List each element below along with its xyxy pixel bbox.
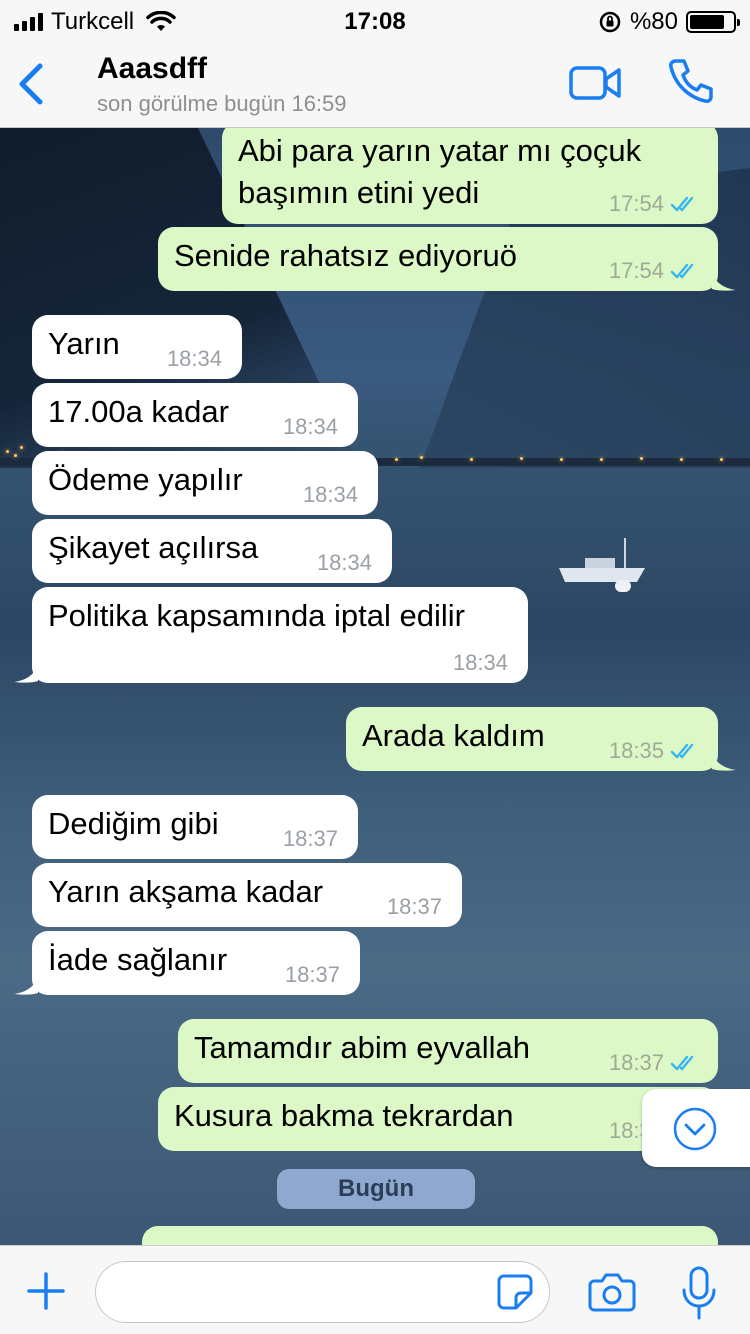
battery-percent: %80 [629,8,678,35]
message-time: 18:37 [608,1050,664,1075]
message-meta: 18:34 [317,551,372,575]
sticker-icon[interactable] [496,1273,534,1311]
message-time: 17:54 [608,258,664,283]
outgoing-message[interactable]: Arada kaldım 18:35 [346,707,736,771]
chat-header: Aaasdff son görülme bugün 16:59 [0,40,750,128]
rotation-lock-icon [599,11,621,33]
light-dot [470,458,473,461]
message-time: 18:34 [452,650,508,675]
message-text: Politika kapsamında iptal edilir [48,598,465,633]
camera-icon[interactable] [588,1272,636,1312]
message-meta: 18:34 [283,415,338,439]
bubble-tail [14,663,38,683]
message-time: 18:37 [282,826,338,851]
contact-name[interactable]: Aaasdff [97,52,207,86]
message-meta: 18:34 [303,483,358,507]
read-receipt-icon [670,263,694,279]
light-dot [720,458,723,461]
status-right: %80 [598,8,740,36]
message-meta: 18:34 [453,651,508,675]
message-time: 18:35 [608,738,664,763]
message-time: 17:54 [608,191,664,216]
scroll-to-bottom-button[interactable] [642,1089,750,1167]
battery-icon [686,11,740,33]
light-dot [600,458,603,461]
light-dot [640,457,643,460]
light-dot [20,446,23,449]
message-meta: 17:54 [609,259,700,283]
message-time: 18:34 [316,550,372,575]
incoming-message[interactable]: Dediğim gibi 18:37 [32,795,358,859]
phone-call-icon[interactable] [666,56,716,106]
light-dot [6,450,9,453]
chevron-down-circle-icon [673,1107,717,1151]
video-call-icon[interactable] [568,64,622,102]
read-receipt-icon [670,743,694,759]
read-receipt-icon [670,196,694,212]
outgoing-message[interactable]: Tamamdır abim eyvallah 18:37 [178,1019,718,1083]
message-time: 18:37 [284,962,340,987]
message-meta: 18:37 [285,963,340,987]
battery-level [690,15,724,29]
message-time: 18:34 [302,482,358,507]
incoming-message[interactable]: 17.00a kadar 18:34 [32,383,358,447]
incoming-message[interactable]: Şikayet açılırsa 18:34 [32,519,392,583]
outgoing-message[interactable]: Senide rahatsız ediyoruö 17:54 [158,227,736,291]
light-dot [560,458,563,461]
bubble-tail [712,271,736,291]
message-input[interactable] [95,1261,550,1323]
incoming-message[interactable]: Ödeme yapılır 18:34 [32,451,378,515]
chat-area[interactable]: Abi para yarın yatar mı çoçuk başımın eti… [0,128,750,1245]
incoming-message[interactable]: Yarın 18:34 [32,315,242,379]
microphone-icon[interactable] [680,1266,718,1320]
input-bar [0,1245,750,1334]
light-dot [14,454,17,457]
message-meta: 18:34 [167,347,222,371]
message-time: 18:34 [166,346,222,371]
light-dot [420,456,423,459]
light-dot [520,457,523,460]
incoming-message[interactable]: Politika kapsamında iptal edilir 18:34 [14,587,528,683]
date-separator: Bugün [277,1169,475,1209]
plus-icon[interactable] [26,1271,66,1311]
message-meta: 18:37 [387,895,442,919]
message-meta: 18:37 [609,1051,700,1075]
message-meta: 17:54 [609,192,700,216]
message-time: 18:37 [386,894,442,919]
message-time: 18:34 [282,414,338,439]
message-meta: 18:37 [283,827,338,851]
bubble-tail [712,751,736,771]
back-icon[interactable] [12,60,52,108]
light-dot [680,458,683,461]
incoming-message[interactable]: İade sağlanır 18:37 [14,931,360,995]
message-meta: 18:35 [609,739,700,763]
outgoing-message[interactable]: Abi para yarın yatar mı çoçuk başımın eti… [222,128,718,224]
outgoing-message-partial[interactable] [142,1226,718,1245]
light-dot [395,458,398,461]
message-text: Abi para yarın yatar mı çoçuk [238,133,642,168]
read-receipt-icon [670,1055,694,1071]
status-bar: Turkcell 17:08 %80 [0,0,750,40]
bubble-tail [14,975,38,995]
last-seen-status: son görülme bugün 16:59 [97,91,347,116]
incoming-message[interactable]: Yarın akşama kadar 18:37 [32,863,462,927]
wallpaper-boat [559,538,645,592]
outgoing-message[interactable]: Kusura bakma tekrardan 18:37 [158,1087,736,1151]
